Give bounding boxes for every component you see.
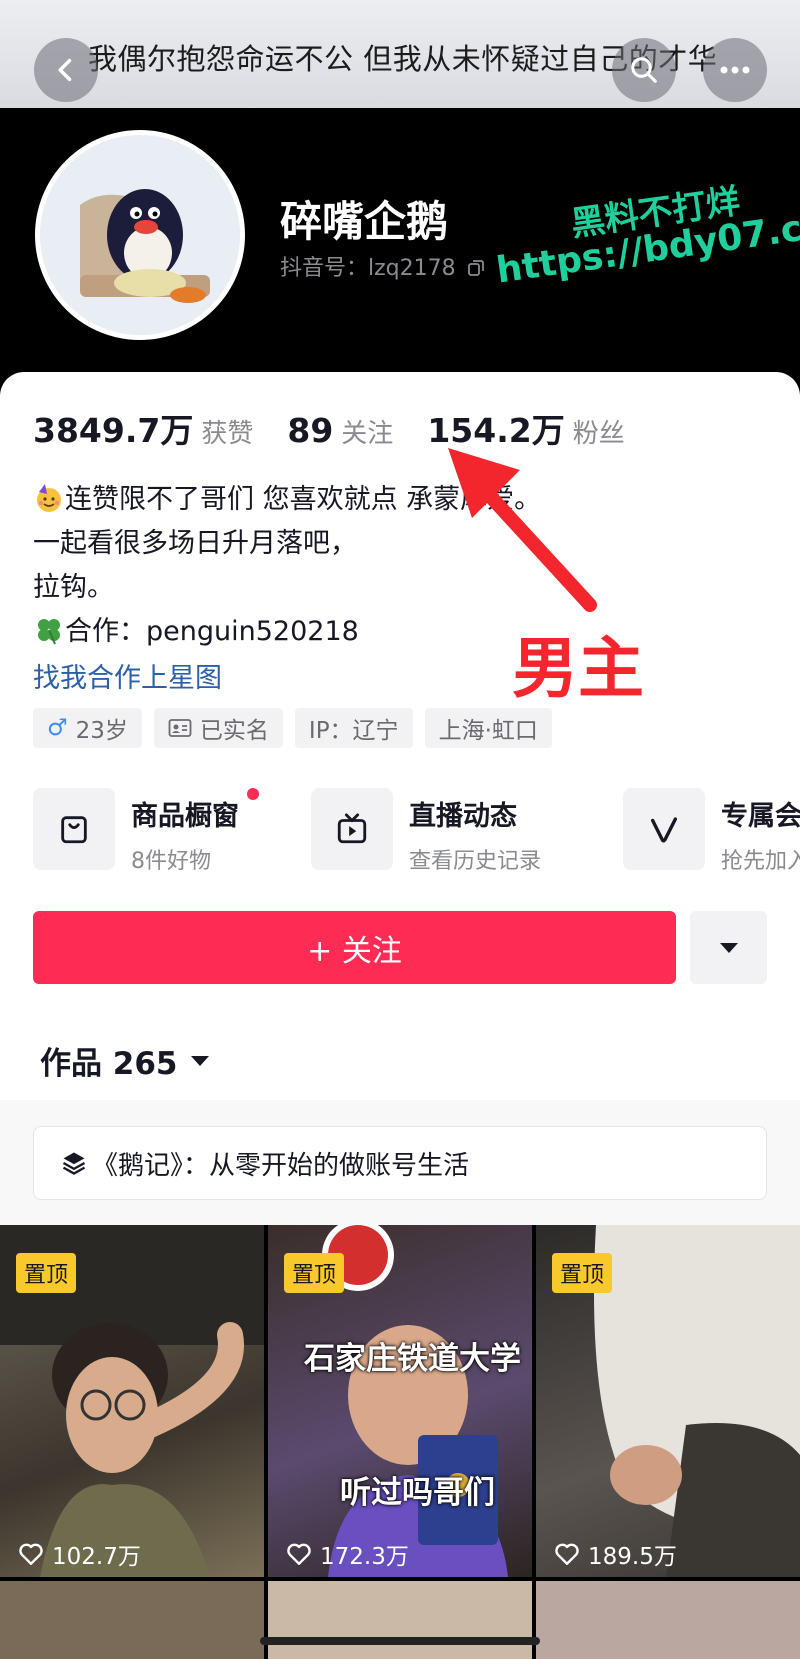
feature-live-title: 直播动态 [409,801,517,832]
more-button[interactable] [703,38,767,102]
pinned-badge: 置顶 [284,1253,345,1293]
age-tag: ♂ 23岁 [33,708,142,748]
pinned-badge: 置顶 [16,1253,77,1293]
like-count: 172.3万 [286,1537,409,1571]
male-icon: ♂ [47,715,68,741]
search-icon [631,57,657,83]
heart-icon [19,1543,43,1565]
video-grid: 置顶 102.7万 置顶 石家庄铁道大学 听过吗哥们 172.3万 置顶 189… [0,1225,800,1659]
works-tab[interactable]: 作品 265 [40,1038,210,1083]
likes-label: 获赞 [201,419,254,449]
annotation-arrow-icon [448,448,597,612]
shopping-bag-icon [33,788,115,870]
following-label[interactable]: 关注 [341,413,393,450]
feature-membership-subtitle: 抢先加入 [721,849,800,870]
penguin-avatar-icon [40,135,240,335]
more-dots-icon [720,66,750,74]
layers-icon [62,1152,86,1175]
feature-shop-text: 商品橱窗 8件好物 [131,788,239,870]
like-count: 189.5万 [554,1537,677,1571]
feature-shop-window[interactable]: 商品橱窗 8件好物 [33,788,259,870]
avatar[interactable] [35,130,245,340]
works-count-label: 作品 265 [40,1046,178,1082]
feature-live-text: 直播动态 查看历史记录 [409,788,541,870]
party-face-icon [37,484,61,512]
verified-text: 已实名 [199,718,269,744]
feature-entries: 商品橱窗 8件好物 直播动态 查看历史记录 专属会 抢先加入 [33,788,800,870]
like-count-text: 189.5万 [588,1544,677,1570]
profile-nickname: 碎嘴企鹅 [280,197,449,246]
collection-title: 《鹅记》：从零开始的做账号生活 [92,1150,470,1181]
heart-icon [287,1543,311,1565]
copy-icon[interactable] [467,259,485,277]
pinned-badge: 置顶 [552,1253,613,1293]
video-thumbnail[interactable]: 置顶 102.7万 [0,1225,264,1577]
like-count-text: 172.3万 [320,1544,409,1570]
caret-down-icon [190,1055,209,1066]
age-text: 23岁 [75,718,128,744]
home-indicator [260,1637,540,1645]
video-thumbnail[interactable] [536,1581,800,1659]
douyin-id-text: 抖音号：lzq2178 [280,256,456,281]
profile-tags: ♂ 23岁 已实名 IP：辽宁 上海·虹口 [33,708,552,748]
cooperation-text: 合作：penguin520218 [65,616,359,647]
follow-button[interactable]: + 关注 [33,911,676,984]
feature-membership-title: 专属会 [721,801,800,832]
collection-bar[interactable]: 《鹅记》：从零开始的做账号生活 [33,1126,767,1200]
recommend-dropdown-button[interactable] [690,911,767,984]
location-tag[interactable]: 上海·虹口 [424,708,552,748]
douyin-id[interactable]: 抖音号：lzq2178 [280,250,485,282]
feature-live-subtitle: 查看历史记录 [409,849,542,870]
video-thumbnail[interactable]: 置顶 石家庄铁道大学 听过吗哥们 172.3万 [268,1225,532,1577]
following-count[interactable]: 89 [287,411,333,450]
video-thumbnail[interactable]: 置顶 189.5万 [536,1225,800,1577]
video-caption-bottom: 听过吗哥们 [340,1475,495,1511]
id-card-icon [168,719,192,737]
feature-live[interactable]: 直播动态 查看历史记录 [311,788,541,870]
notification-dot [247,788,259,800]
feature-shop-title: 商品橱窗 [131,801,239,832]
chevron-left-icon [58,58,72,82]
likes-count: 3849.7万 [33,411,194,450]
ip-tag: IP：辽宁 [294,708,413,748]
star-map-link[interactable]: 找我合作上星图 [33,656,222,695]
video-thumbnail[interactable] [268,1581,532,1659]
v-badge-icon [623,788,705,870]
video-caption-top: 石家庄铁道大学 [304,1341,521,1377]
feature-shop-subtitle: 8件好物 [131,849,211,870]
annotation-label: 男主 [512,630,644,707]
back-button[interactable] [34,38,98,102]
tv-icon [311,788,393,870]
feature-membership-text: 专属会 抢先加入 [721,788,800,870]
like-count-text: 102.7万 [52,1544,141,1570]
clover-icon [38,619,60,645]
feature-membership[interactable]: 专属会 抢先加入 [623,788,800,870]
video-thumbnail[interactable] [0,1581,264,1659]
verified-tag[interactable]: 已实名 [153,708,283,748]
search-button[interactable] [612,38,676,102]
heart-icon [555,1543,579,1565]
triangle-down-icon [719,942,738,953]
like-count: 102.7万 [18,1537,141,1571]
